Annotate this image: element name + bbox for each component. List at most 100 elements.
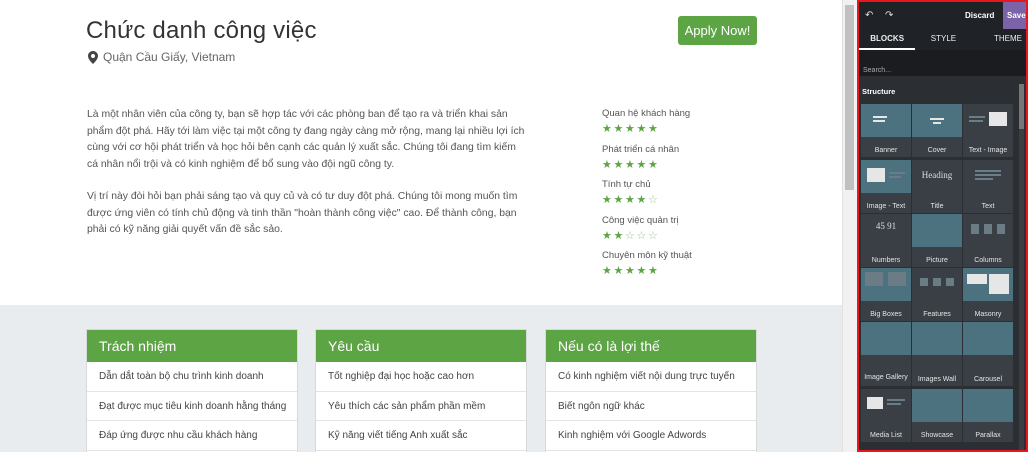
star-rating: ★ ★ ★ ★ ★	[602, 159, 732, 173]
block-thumbnail	[963, 268, 1013, 301]
block-label: Text	[981, 203, 995, 210]
block-label: Banner	[874, 147, 898, 154]
star-filled-icon: ★	[602, 194, 612, 206]
star-filled-icon: ★	[636, 123, 647, 135]
block-images-wall[interactable]: Images Wall	[912, 322, 962, 386]
block-label: Image - Text	[866, 203, 906, 210]
tab-theme[interactable]: THEME	[972, 29, 1026, 50]
block-image-gallery[interactable]: Image Gallery	[861, 322, 911, 386]
heading-thumb-text: Heading	[921, 170, 953, 180]
thumb-shape	[920, 278, 928, 286]
block-thumbnail	[912, 268, 962, 301]
block-title[interactable]: Heading Title	[912, 160, 962, 213]
star-empty-icon: ☆	[648, 229, 658, 242]
block-label: Showcase	[920, 432, 954, 439]
block-columns[interactable]: Columns	[963, 214, 1013, 267]
block-text[interactable]: Text	[963, 160, 1013, 213]
skill-rating: Phát triển cá nhân ★ ★ ★ ★ ★	[602, 143, 732, 179]
thumb-shape	[930, 118, 944, 120]
star-filled-icon: ★	[613, 123, 624, 135]
star-filled-icon: ★	[625, 123, 635, 135]
job-header-section: Chức danh công việc Quận Cầu Giấy, Vietn…	[0, 0, 842, 305]
requirements-card: Yêu cầu Tốt nghiệp đại học hoặc cao hơn …	[315, 329, 527, 452]
block-thumbnail	[861, 389, 911, 422]
description-paragraph: Vị trí này đòi hỏi bạn phải sáng tạo và …	[87, 191, 518, 235]
star-filled-icon: ★	[625, 194, 635, 206]
block-banner[interactable]: Banner	[861, 104, 911, 157]
thumb-shape	[887, 399, 905, 401]
block-thumbnail: 45 91	[861, 214, 911, 247]
skill-label: Chuyên môn kỹ thuật	[602, 250, 692, 261]
star-filled-icon: ★	[602, 158, 612, 171]
list-item: Có kinh nghiệm viết nội dung trực tuyến	[546, 362, 756, 392]
save-button[interactable]: Save	[1003, 2, 1026, 29]
block-thumbnail	[912, 389, 962, 422]
thumb-shape	[969, 116, 985, 118]
block-carousel[interactable]: Carousel	[963, 322, 1013, 386]
star-filled-icon: ★	[636, 194, 647, 206]
star-filled-icon: ★	[613, 158, 624, 171]
thumb-shape	[975, 170, 1001, 172]
star-filled-icon: ★	[648, 123, 658, 135]
block-picture[interactable]: Picture	[912, 214, 962, 267]
numbers-thumb-text: 45 91	[875, 221, 897, 231]
thumb-shape	[984, 224, 992, 234]
panel-scrollbar[interactable]	[1019, 84, 1024, 450]
scrollbar-thumb[interactable]	[845, 5, 854, 190]
block-label: Features	[923, 311, 951, 318]
scrollbar-thumb[interactable]	[1019, 84, 1024, 129]
list-item: Đáp ứng được nhu cầu khách hàng	[87, 421, 297, 451]
star-rating: ★ ★ ★ ★ ☆	[602, 194, 732, 208]
star-filled-icon: ★	[602, 123, 612, 135]
redo-icon[interactable]: ↷	[885, 11, 894, 21]
map-pin-icon	[88, 50, 98, 64]
block-thumbnail	[963, 160, 1013, 193]
block-thumbnail	[912, 104, 962, 137]
skill-label: Tính tự chủ	[602, 179, 651, 190]
block-media-list[interactable]: Media List	[861, 389, 911, 442]
block-big-boxes[interactable]: Big Boxes	[861, 268, 911, 321]
page-scrollbar[interactable]	[842, 0, 855, 452]
thumb-shape	[969, 120, 983, 122]
thumb-shape	[873, 116, 887, 118]
block-showcase[interactable]: Showcase	[912, 389, 962, 442]
undo-icon[interactable]: ↶	[865, 11, 874, 21]
star-filled-icon: ★	[602, 229, 612, 242]
block-cover[interactable]: Cover	[912, 104, 962, 157]
block-thumbnail	[861, 268, 911, 301]
search-placeholder: Search...	[863, 67, 892, 74]
requirements-section: Trách nhiệm Dẫn dắt toàn bộ chu trình ki…	[0, 305, 842, 452]
list-item: Tốt nghiệp đại học hoặc cao hơn	[316, 362, 526, 392]
tab-style[interactable]: STYLE	[915, 29, 971, 50]
skill-rating: Công việc quản trị ★ ★ ☆ ☆ ☆	[602, 214, 732, 250]
thumb-shape	[933, 122, 941, 124]
thumb-shape	[989, 274, 1009, 294]
location-text: Quận Cầu Giấy, Vietnam	[103, 50, 236, 64]
thumb-shape	[889, 176, 901, 178]
block-text-image[interactable]: Text - Image	[963, 104, 1013, 157]
thumb-shape	[873, 120, 885, 122]
block-parallax[interactable]: Parallax	[963, 389, 1013, 442]
star-empty-icon: ☆	[648, 194, 658, 206]
section-title: Structure	[862, 87, 896, 96]
tab-blocks[interactable]: BLOCKS	[859, 29, 916, 50]
block-masonry[interactable]: Masonry	[963, 268, 1013, 321]
list-item: Dẫn dắt toàn bộ chu trình kinh doanh	[87, 362, 297, 392]
block-label: Cover	[927, 147, 947, 154]
block-thumbnail	[963, 322, 1013, 355]
block-image-text[interactable]: Image - Text	[861, 160, 911, 213]
block-thumbnail: Heading	[912, 160, 962, 193]
block-label: Text - Image	[968, 147, 1008, 154]
block-features[interactable]: Features	[912, 268, 962, 321]
skill-label: Công việc quản trị	[602, 214, 679, 226]
discard-button[interactable]: Discard	[965, 11, 994, 20]
block-label: Big Boxes	[870, 311, 902, 318]
card-title: Yêu cầu	[316, 330, 526, 362]
thumb-shape	[887, 403, 901, 405]
blocks-search-input[interactable]: Search...	[859, 50, 1026, 76]
skill-rating: Tính tự chủ ★ ★ ★ ★ ☆	[602, 178, 732, 214]
block-numbers[interactable]: 45 91 Numbers	[861, 214, 911, 267]
apply-now-button[interactable]: Apply Now!	[678, 16, 757, 45]
skill-rating: Quan hệ khách hàng ★ ★ ★ ★ ★	[602, 107, 732, 143]
star-rating: ★ ★ ☆ ☆ ☆	[602, 230, 732, 244]
